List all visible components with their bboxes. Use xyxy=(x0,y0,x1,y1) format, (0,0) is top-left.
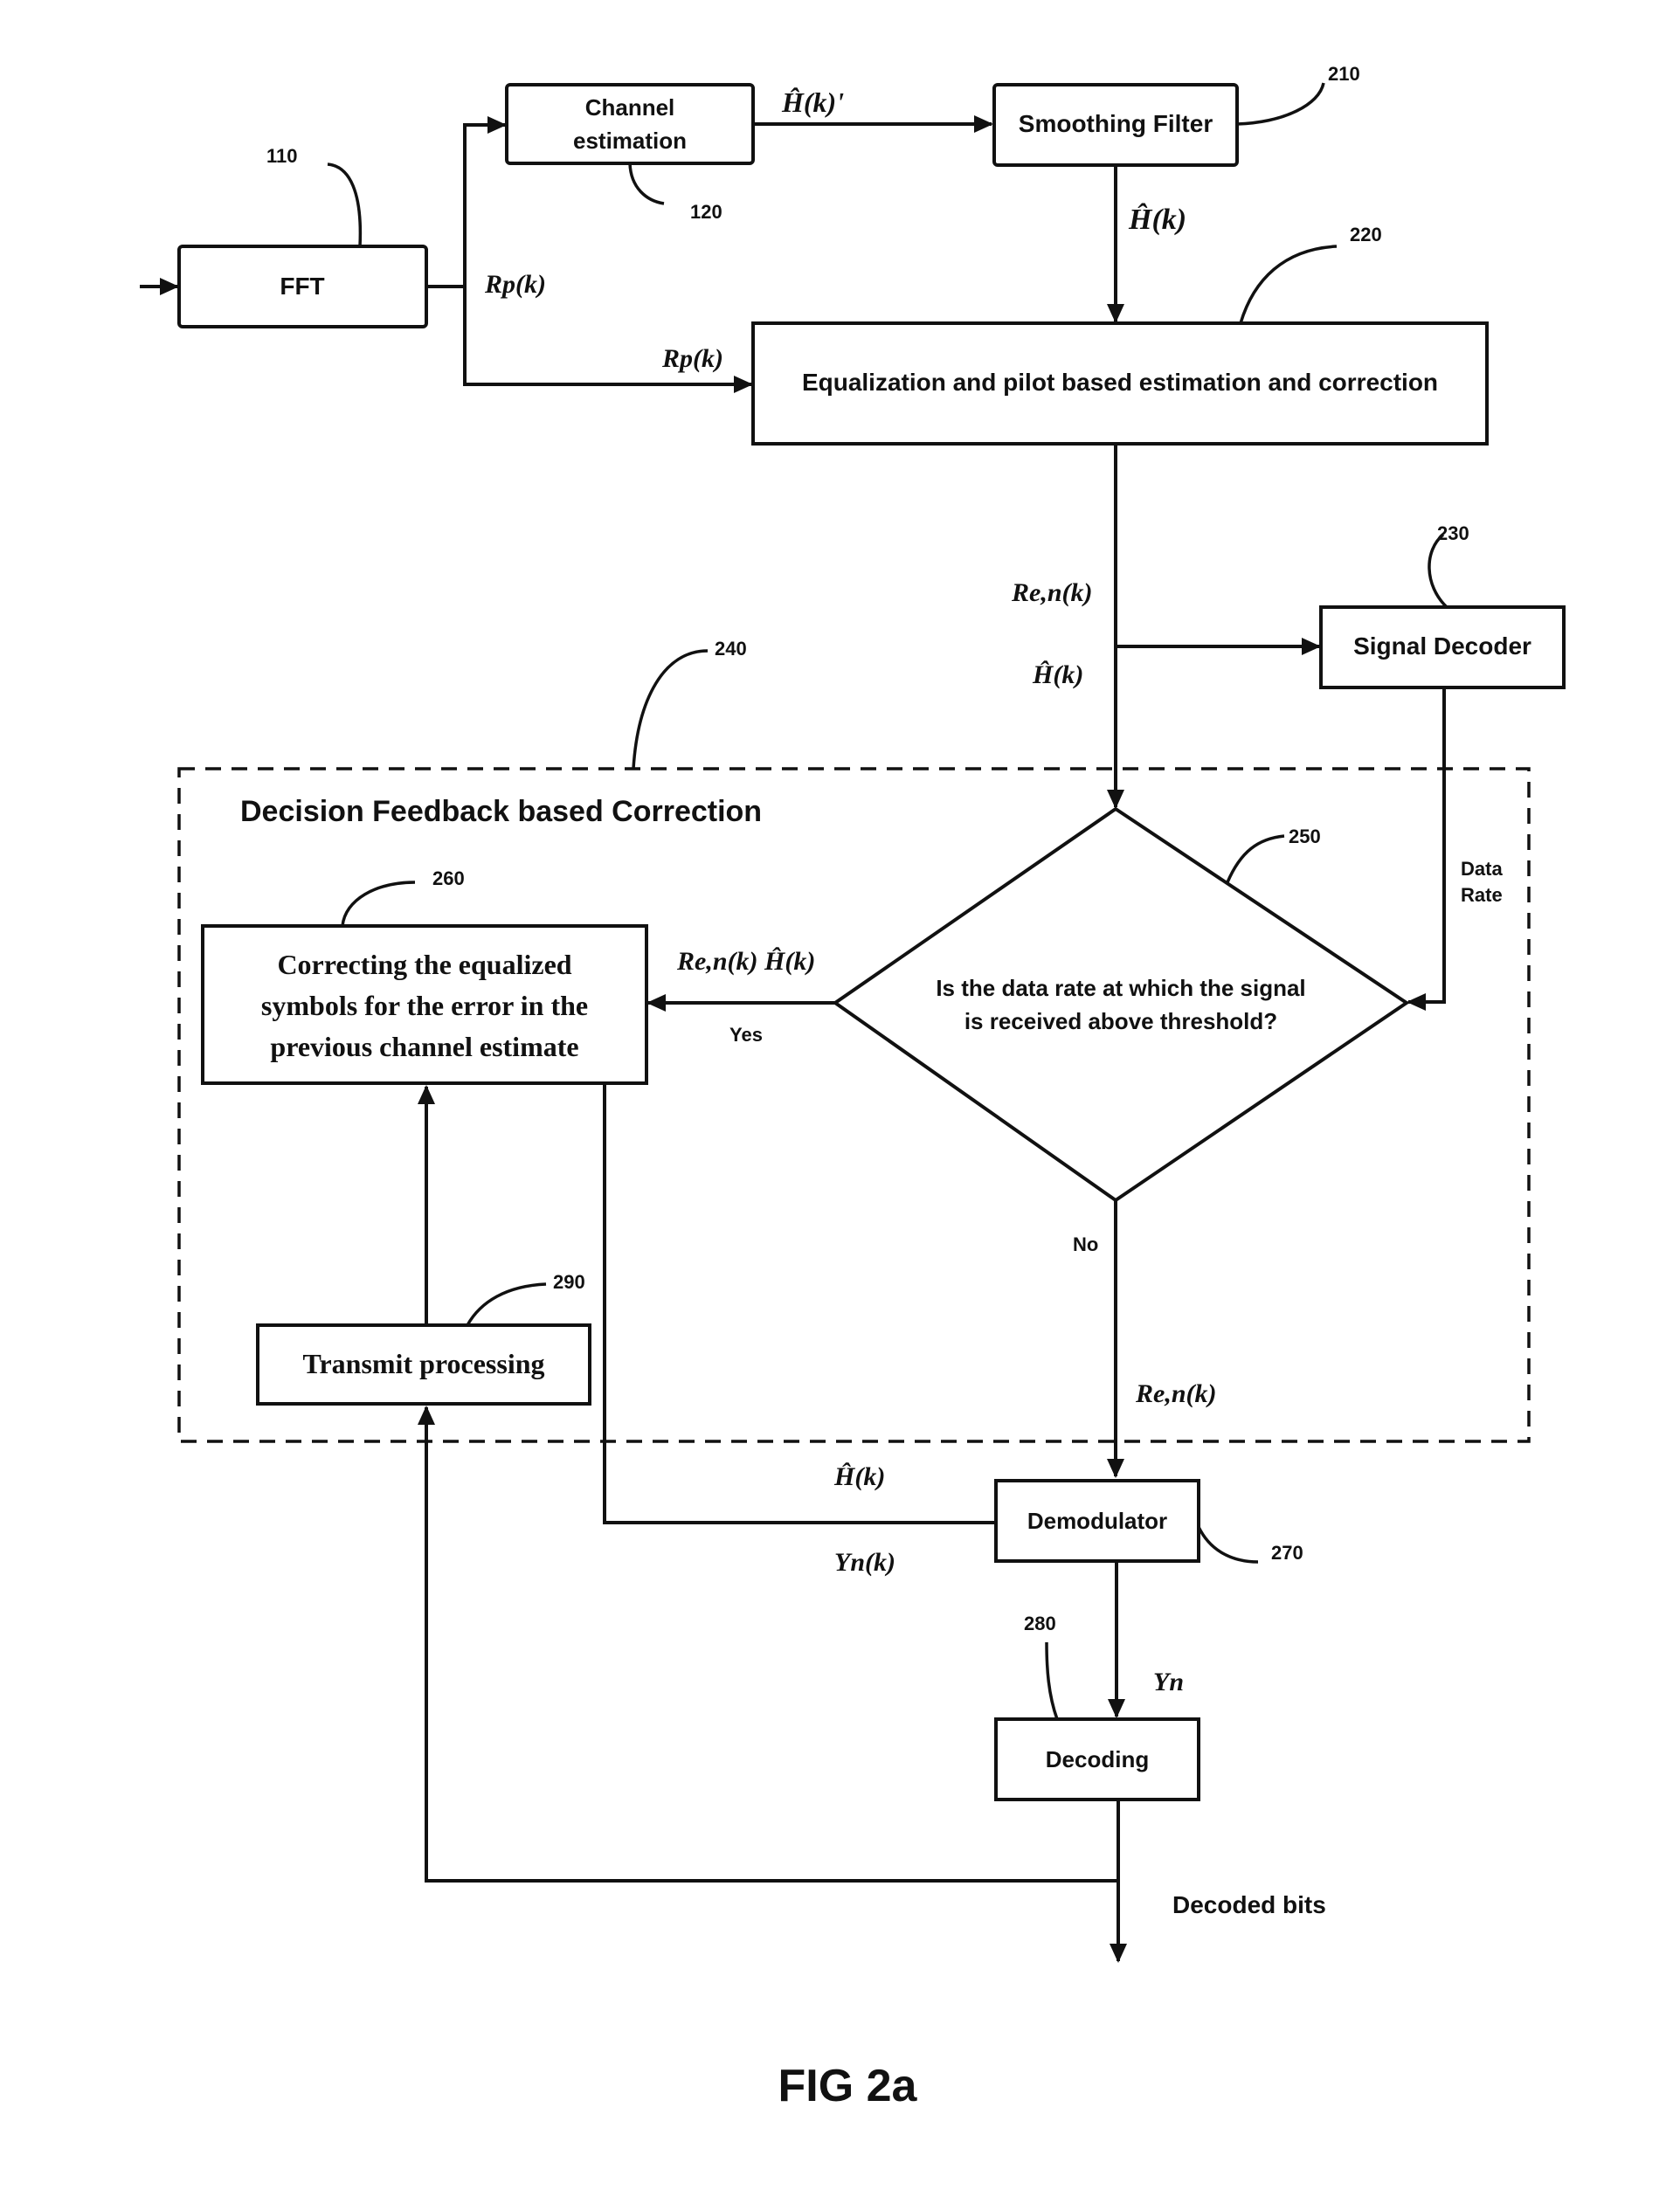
label-yes: Yes xyxy=(729,1024,763,1046)
wire-data-rate xyxy=(1407,687,1446,1011)
demodulator-label: Demodulator xyxy=(1027,1508,1167,1534)
signal-ren-no: Re,n(k) xyxy=(1135,1379,1217,1408)
leader-230 xyxy=(1428,533,1448,609)
ref-270: 270 xyxy=(1271,1542,1303,1564)
decision-label-1: Is the data rate at which the signal xyxy=(936,975,1305,1001)
leader-110 xyxy=(327,162,363,247)
fft-label: FFT xyxy=(280,273,324,300)
correcting-label-1: Correcting the equalized xyxy=(277,949,571,980)
channel-estimation-label-1: Channel xyxy=(585,94,675,121)
decision-diamond[interactable] xyxy=(832,806,1410,1203)
leader-120 xyxy=(628,162,665,205)
label-no: No xyxy=(1073,1233,1098,1255)
equalization-label: Equalization and pilot based estimation … xyxy=(802,369,1438,396)
block-diagram: Decision Feedback based Correction 240 F… xyxy=(140,63,1566,2111)
ref-250: 250 xyxy=(1289,826,1321,847)
ref-280: 280 xyxy=(1024,1613,1056,1634)
leader-280 xyxy=(1045,1641,1059,1720)
transmit-processing-label: Transmit processing xyxy=(302,1348,544,1379)
ref-230: 230 xyxy=(1437,522,1469,544)
leader-290 xyxy=(466,1282,547,1326)
label-decoded-bits: Decoded bits xyxy=(1172,1891,1326,1918)
leader-250 xyxy=(1226,834,1285,883)
figure-caption: FIG 2a xyxy=(778,2061,918,2111)
wire-to-channel-estimation xyxy=(463,116,507,384)
ref-110: 110 xyxy=(266,145,298,167)
signal-yn: Yn xyxy=(1153,1668,1184,1696)
channel-estimation-label-2: estimation xyxy=(573,128,687,154)
signal-h-hat-demod: Ĥ(k) xyxy=(833,1462,885,1491)
ref-210: 210 xyxy=(1328,63,1360,85)
group-title: Decision Feedback based Correction xyxy=(240,795,762,828)
leader-270 xyxy=(1197,1526,1259,1564)
ref-120: 120 xyxy=(690,201,722,223)
leader-220 xyxy=(1239,245,1338,324)
wire-correcting-to-demodulator xyxy=(603,1083,996,1524)
signal-h-hat-prime: Ĥ(k)' xyxy=(781,86,844,118)
correcting-label-3: previous channel estimate xyxy=(270,1031,578,1062)
ref-240: 240 xyxy=(715,638,747,660)
leader-210 xyxy=(1236,82,1325,126)
leader-260 xyxy=(341,881,416,927)
correcting-label-2: symbols for the error in the xyxy=(261,990,588,1021)
signal-h-hat-smooth: Ĥ(k) xyxy=(1128,203,1186,236)
signal-rp-lower: Rp(k) xyxy=(661,344,723,373)
decoding-label: Decoding xyxy=(1046,1746,1149,1772)
decision-label-2: is received above threshold? xyxy=(964,1008,1277,1034)
ref-220: 220 xyxy=(1350,224,1382,245)
signal-h-hat-main: Ĥ(k) xyxy=(1032,660,1083,689)
leader-240 xyxy=(632,649,709,770)
wire-feedback-to-transmit xyxy=(418,1406,1118,1883)
signal-ren-main: Re,n(k) xyxy=(1011,578,1093,607)
signal-data-rate-2: Rate xyxy=(1461,884,1503,906)
signal-decoder-label: Signal Decoder xyxy=(1353,632,1531,660)
signal-yes: Re,n(k) Ĥ(k) xyxy=(676,947,815,976)
ref-290: 290 xyxy=(553,1271,585,1293)
signal-rp-upper: Rp(k) xyxy=(484,270,546,299)
signal-data-rate-1: Data xyxy=(1461,858,1503,880)
ref-260: 260 xyxy=(432,867,465,889)
signal-yn-k: Yn(k) xyxy=(834,1548,895,1577)
smoothing-filter-label: Smoothing Filter xyxy=(1019,110,1213,137)
